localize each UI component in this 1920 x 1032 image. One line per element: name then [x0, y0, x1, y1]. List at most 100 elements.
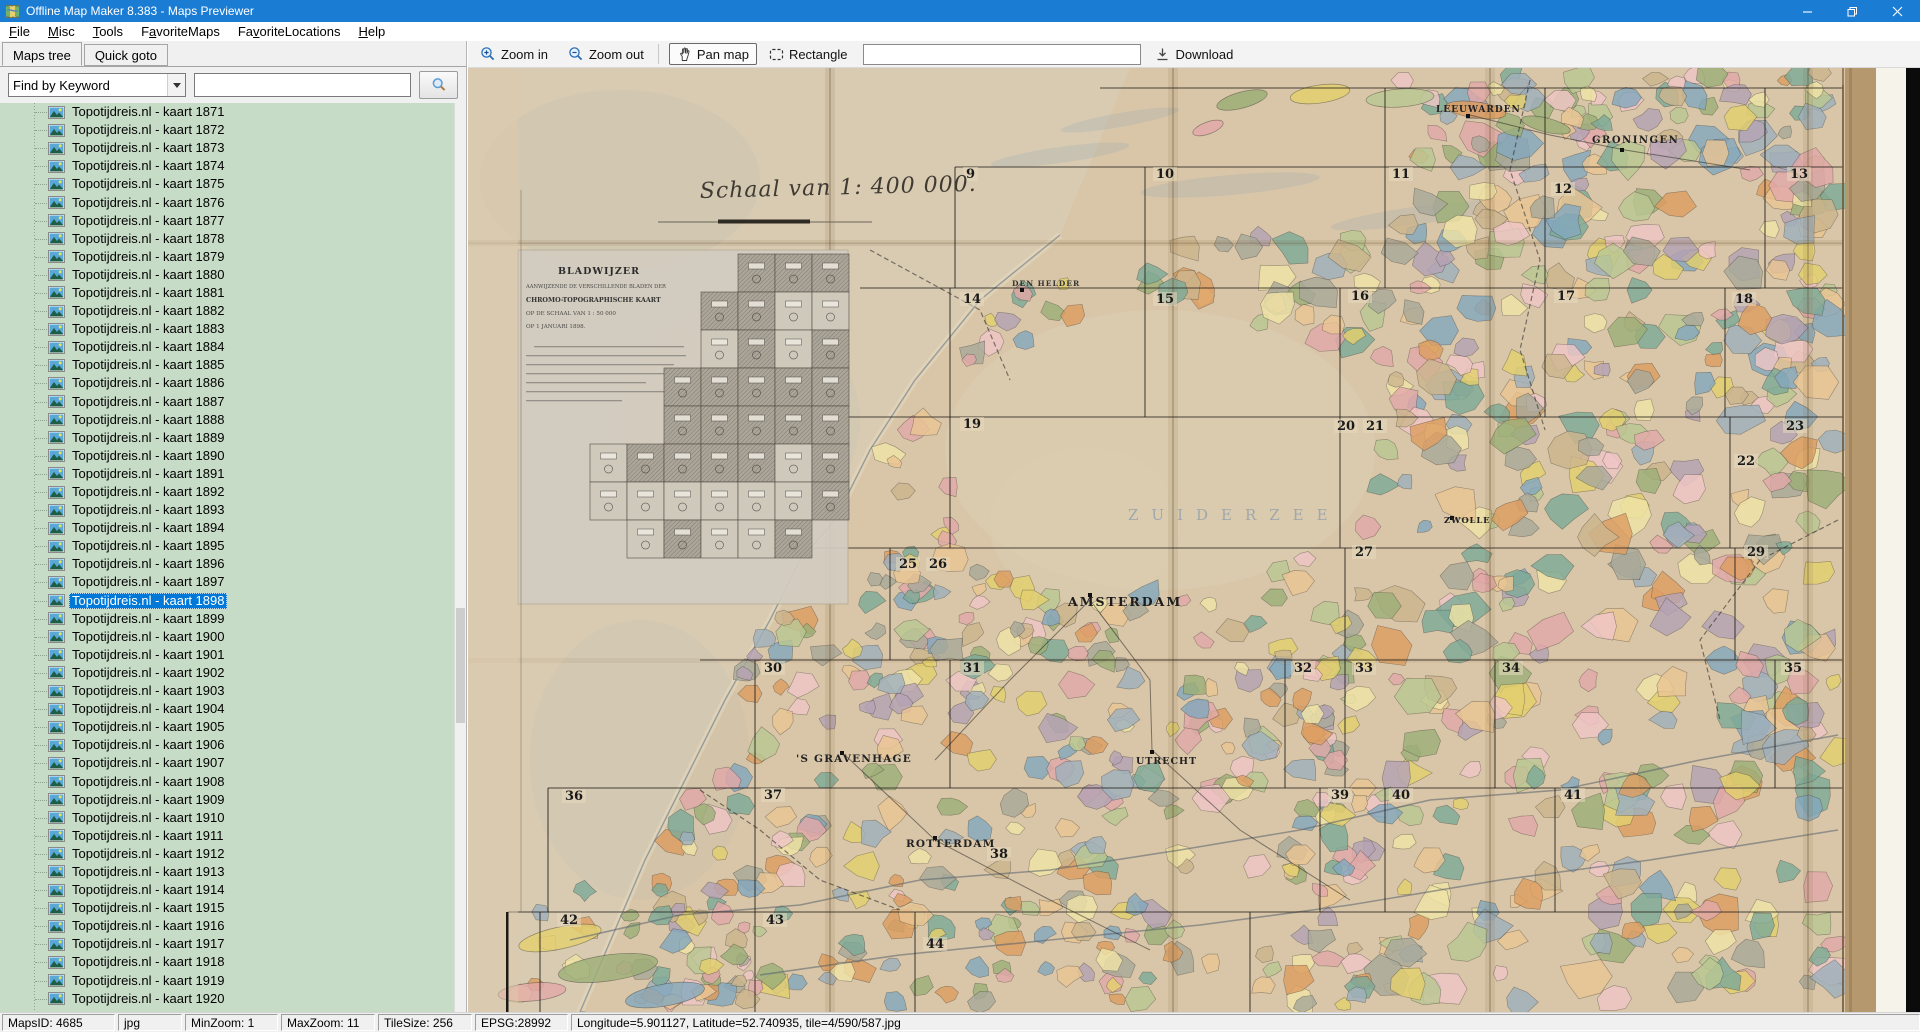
tree-item[interactable]: Topotijdreis.nl - kaart 1899: [0, 610, 466, 628]
tree-item[interactable]: Topotijdreis.nl - kaart 1888: [0, 411, 466, 429]
tree-item[interactable]: Topotijdreis.nl - kaart 1909: [0, 791, 466, 809]
svg-text:23: 23: [1786, 419, 1804, 434]
tree-item[interactable]: Topotijdreis.nl - kaart 1871: [0, 103, 466, 121]
tree-connector: [35, 799, 47, 801]
map-image-icon: [48, 160, 65, 173]
tree-item[interactable]: Topotijdreis.nl - kaart 1884: [0, 338, 466, 356]
tree-item[interactable]: Topotijdreis.nl - kaart 1904: [0, 700, 466, 718]
tree-item[interactable]: Topotijdreis.nl - kaart 1889: [0, 429, 466, 447]
map-image-icon: [48, 106, 65, 119]
tree-connector: [35, 491, 47, 493]
tree-item-label: Topotijdreis.nl - kaart 1919: [69, 973, 227, 989]
tree-item[interactable]: Topotijdreis.nl - kaart 1886: [0, 374, 466, 392]
tree-item[interactable]: Topotijdreis.nl - kaart 1897: [0, 573, 466, 591]
tree-connector: [35, 111, 47, 113]
tree-item[interactable]: Topotijdreis.nl - kaart 1915: [0, 899, 466, 917]
rectangle-button[interactable]: Rectangle: [761, 44, 856, 65]
download-button[interactable]: Download: [1147, 44, 1241, 65]
minimize-button[interactable]: [1785, 0, 1830, 22]
tree-item[interactable]: Topotijdreis.nl - kaart 1876: [0, 193, 466, 211]
find-mode-combobox[interactable]: Find by Keyword: [8, 73, 186, 97]
tree-item[interactable]: Topotijdreis.nl - kaart 1880: [0, 266, 466, 284]
tree-connector: [35, 925, 47, 927]
tree-item[interactable]: Topotijdreis.nl - kaart 1883: [0, 320, 466, 338]
tree-item[interactable]: Topotijdreis.nl - kaart 1918: [0, 953, 466, 971]
tree-item[interactable]: Topotijdreis.nl - kaart 1892: [0, 483, 466, 501]
svg-text:14: 14: [963, 292, 981, 307]
menu-item-misc[interactable]: Misc: [39, 23, 84, 40]
map-image-icon: [48, 992, 65, 1005]
tree-item[interactable]: Topotijdreis.nl - kaart 1891: [0, 465, 466, 483]
toolbar-input[interactable]: [863, 44, 1141, 65]
tree-item[interactable]: Topotijdreis.nl - kaart 1894: [0, 519, 466, 537]
tree-item[interactable]: Topotijdreis.nl - kaart 1903: [0, 682, 466, 700]
menu-item-help[interactable]: Help: [349, 23, 394, 40]
tree-item[interactable]: Topotijdreis.nl - kaart 1919: [0, 972, 466, 990]
tree-item[interactable]: Topotijdreis.nl - kaart 1900: [0, 628, 466, 646]
restore-button[interactable]: [1830, 0, 1875, 22]
search-input[interactable]: [194, 73, 411, 97]
tab-maps-tree[interactable]: Maps tree: [2, 42, 82, 66]
tree-item[interactable]: Topotijdreis.nl - kaart 1879: [0, 248, 466, 266]
tree-connector: [35, 762, 47, 764]
tree-item[interactable]: Topotijdreis.nl - kaart 1885: [0, 356, 466, 374]
tree-item[interactable]: Topotijdreis.nl - kaart 1895: [0, 537, 466, 555]
tree-item[interactable]: Topotijdreis.nl - kaart 1910: [0, 809, 466, 827]
zoom-in-button[interactable]: Zoom in: [472, 43, 556, 65]
tree-item-label: Topotijdreis.nl - kaart 1871: [69, 104, 227, 120]
tree-item[interactable]: Topotijdreis.nl - kaart 1878: [0, 230, 466, 248]
tree-item[interactable]: Topotijdreis.nl - kaart 1908: [0, 772, 466, 790]
tree-item[interactable]: Topotijdreis.nl - kaart 1896: [0, 555, 466, 573]
svg-text:OP DE SCHAAL VAN 1 : 50 000: OP DE SCHAAL VAN 1 : 50 000: [526, 311, 616, 317]
tree-item[interactable]: Topotijdreis.nl - kaart 1881: [0, 284, 466, 302]
tree-connector: [35, 871, 47, 873]
tree-item[interactable]: Topotijdreis.nl - kaart 1872: [0, 121, 466, 139]
map-image-icon: [48, 739, 65, 752]
close-button[interactable]: [1875, 0, 1920, 22]
tree-item[interactable]: Topotijdreis.nl - kaart 1882: [0, 302, 466, 320]
map-image-icon: [48, 956, 65, 969]
tree-item[interactable]: Topotijdreis.nl - kaart 1905: [0, 718, 466, 736]
tree-item[interactable]: Topotijdreis.nl - kaart 1914: [0, 881, 466, 899]
tree-item[interactable]: Topotijdreis.nl - kaart 1913: [0, 863, 466, 881]
tree-item[interactable]: Topotijdreis.nl - kaart 1877: [0, 212, 466, 230]
tree-item[interactable]: Topotijdreis.nl - kaart 1887: [0, 393, 466, 411]
tree-item[interactable]: Topotijdreis.nl - kaart 1916: [0, 917, 466, 935]
map-image-icon: [48, 486, 65, 499]
tree-item[interactable]: Topotijdreis.nl - kaart 1920: [0, 990, 466, 1008]
tree-connector: [35, 165, 47, 167]
pan-map-button[interactable]: Pan map: [669, 43, 757, 65]
tree-connector: [35, 256, 47, 258]
tree-item[interactable]: Topotijdreis.nl - kaart 1902: [0, 664, 466, 682]
tree-item[interactable]: Topotijdreis.nl - kaart 1875: [0, 175, 466, 193]
tree-item[interactable]: Topotijdreis.nl - kaart 1873: [0, 139, 466, 157]
chevron-down-icon[interactable]: [167, 74, 185, 96]
tree-item[interactable]: Topotijdreis.nl - kaart 1917: [0, 935, 466, 953]
tree-item-label: Topotijdreis.nl - kaart 1872: [69, 122, 227, 138]
tree-item[interactable]: Topotijdreis.nl - kaart 1874: [0, 157, 466, 175]
tree-item[interactable]: Topotijdreis.nl - kaart 1911: [0, 827, 466, 845]
tree-item[interactable]: Topotijdreis.nl - kaart 1912: [0, 845, 466, 863]
map-image-icon: [48, 594, 65, 607]
tree-connector: [35, 328, 47, 330]
tree-item[interactable]: Topotijdreis.nl - kaart 1906: [0, 736, 466, 754]
map-viewport[interactable]: 9101112131415161718192021222325262729303…: [468, 68, 1920, 1012]
menu-item-favoritemaps[interactable]: FavoriteMaps: [132, 23, 229, 40]
tree-item[interactable]: Topotijdreis.nl - kaart 1901: [0, 646, 466, 664]
tree-item-label: Topotijdreis.nl - kaart 1890: [69, 448, 227, 464]
tree-item[interactable]: Topotijdreis.nl - kaart 1907: [0, 754, 466, 772]
search-button[interactable]: [419, 71, 458, 99]
tree-connector: [35, 563, 47, 565]
tree-item[interactable]: Topotijdreis.nl - kaart 1898: [0, 592, 466, 610]
menu-item-file[interactable]: File: [0, 23, 39, 40]
tab-quick-goto[interactable]: Quick goto: [84, 44, 168, 66]
tree-item[interactable]: Topotijdreis.nl - kaart 1890: [0, 447, 466, 465]
zoom-out-button[interactable]: Zoom out: [560, 43, 652, 65]
tree-item[interactable]: Topotijdreis.nl - kaart 1893: [0, 501, 466, 519]
tree-scrollbar[interactable]: [454, 103, 466, 1012]
menu-item-favoritelocations[interactable]: FavoriteLocations: [229, 23, 350, 40]
tree-item-label: Topotijdreis.nl - kaart 1875: [69, 176, 227, 192]
tree-scrollbar-thumb[interactable]: [456, 608, 465, 723]
menu-item-tools[interactable]: Tools: [84, 23, 132, 40]
map-image-icon: [48, 666, 65, 679]
